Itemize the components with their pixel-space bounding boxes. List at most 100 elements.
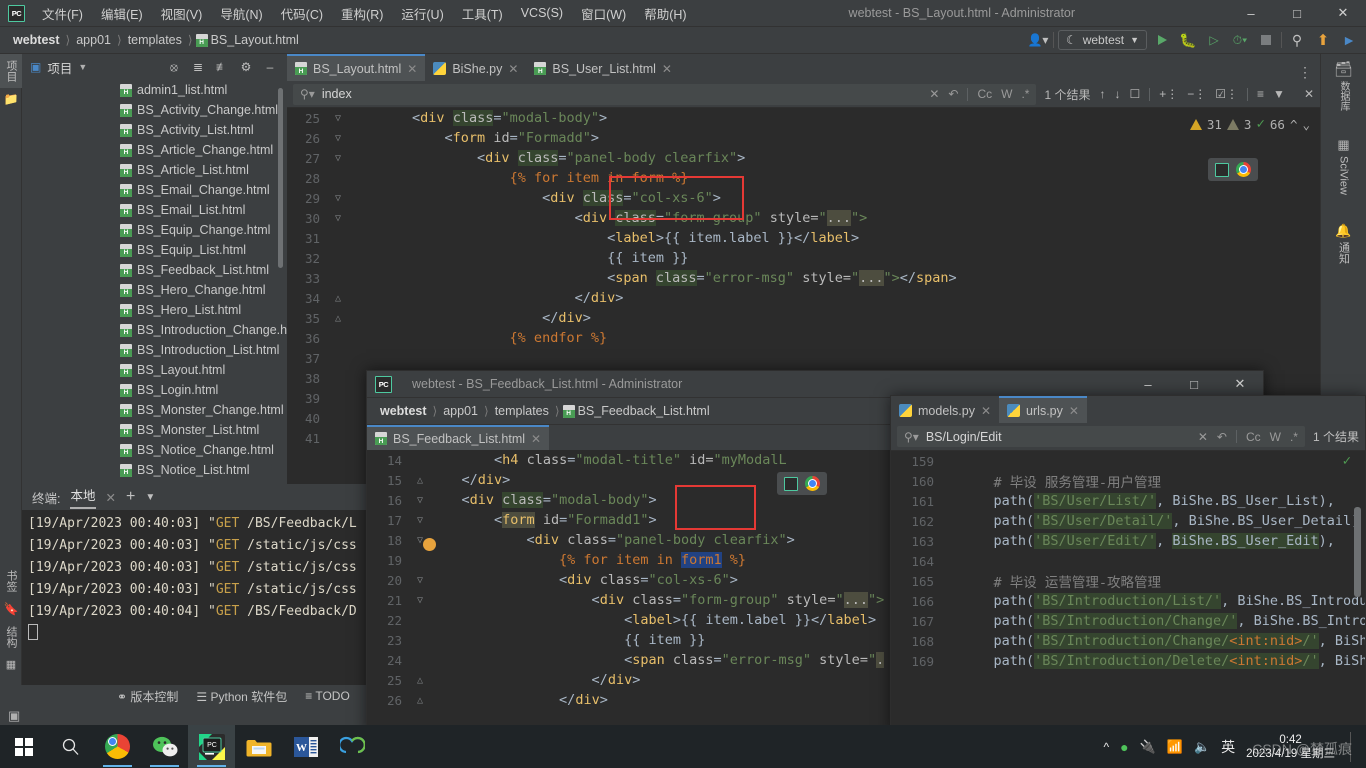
regex-toggle[interactable]: .*: [1290, 430, 1298, 444]
find-input-wrap-3[interactable]: ⚲▾ BS/Login/Edit ✕ ↶ Cc W .*: [897, 426, 1305, 447]
close-terminal-tab-icon[interactable]: ✕: [106, 490, 116, 505]
browser-preview-toolbar-2[interactable]: [777, 472, 827, 495]
tree-file-item[interactable]: BS_Notice_Change.html: [22, 440, 287, 460]
expand-all-icon[interactable]: ≣: [187, 56, 209, 78]
close-button[interactable]: ✕: [1217, 371, 1263, 398]
code-line[interactable]: 168 path('BS/Introduction/Change/<int:ni…: [891, 631, 1365, 651]
tab-options-icon[interactable]: ⋮: [1290, 64, 1320, 81]
tree-scrollbar[interactable]: [278, 88, 283, 268]
code-line[interactable]: 163 path('BS/User/Edit/', BiShe.BS_User_…: [891, 531, 1365, 551]
start-button[interactable]: [0, 725, 47, 768]
fold-gutter-icon[interactable]: △: [411, 695, 429, 706]
words-toggle[interactable]: W: [1001, 87, 1012, 101]
pycharm-preview-icon[interactable]: [1215, 162, 1229, 177]
breadcrumb-project[interactable]: webtest: [10, 33, 63, 47]
breadcrumb-app01[interactable]: app01: [440, 404, 481, 418]
menu-item-help[interactable]: 帮助(H): [635, 0, 695, 27]
close-find-icon[interactable]: ✕: [1304, 87, 1314, 101]
menu-item-file[interactable]: 文件(F): [33, 0, 92, 27]
code-line[interactable]: 28 {% for item in form %}: [287, 168, 1320, 188]
debug-button[interactable]: 🐛: [1177, 29, 1199, 51]
run-button[interactable]: [1151, 29, 1173, 51]
notifications-tool-button[interactable]: 🔔 通知: [1321, 217, 1366, 270]
add-line-icon[interactable]: +⋮: [1159, 87, 1178, 101]
editor-tab-models-py[interactable]: models.py ✕: [891, 396, 999, 423]
menu-item-edit[interactable]: 编辑(E): [92, 0, 152, 27]
new-terminal-icon[interactable]: +: [126, 488, 135, 506]
tree-file-item[interactable]: BS_Login.html: [22, 380, 287, 400]
find-input[interactable]: index: [322, 87, 352, 101]
tree-file-item[interactable]: BS_Activity_Change.html: [22, 100, 287, 120]
find-input-wrap[interactable]: ⚲▾ index ✕ ↶ Cc W .*: [293, 83, 1037, 105]
close-button[interactable]: ✕: [1320, 0, 1366, 27]
breadcrumb-project[interactable]: webtest: [377, 404, 430, 418]
code-line[interactable]: 31 < label >{{ item.label }} </label >: [287, 228, 1320, 248]
match-case-toggle[interactable]: Cc: [1246, 430, 1261, 444]
regex-toggle[interactable]: .*: [1021, 87, 1029, 101]
menu-item-run[interactable]: 运行(U): [392, 0, 452, 27]
prev-problem-icon[interactable]: ^: [1290, 117, 1298, 132]
tree-file-item[interactable]: BS_Equip_List.html: [22, 240, 287, 260]
code-line[interactable]: 33 < span class = "error-msg" style= "... "> <…: [287, 268, 1320, 288]
fold-gutter-icon[interactable]: ▽: [411, 495, 429, 506]
browser-preview-toolbar-1[interactable]: [1208, 158, 1258, 181]
find-input-3[interactable]: BS/Login/Edit: [926, 430, 1002, 444]
database-tool-button[interactable]: 🗃 数据库: [1321, 54, 1366, 117]
tree-file-item[interactable]: BS_Activity_List.html: [22, 120, 287, 140]
editor-tab-bs-layout[interactable]: BS_Layout.html ✕: [287, 54, 426, 81]
match-case-toggle[interactable]: Cc: [977, 87, 992, 101]
menu-item-tools[interactable]: 工具(T): [453, 0, 512, 27]
wechat-tray-icon[interactable]: ●: [1120, 739, 1128, 755]
lightbulb-icon[interactable]: [423, 538, 436, 551]
tree-file-item[interactable]: BS_Email_List.html: [22, 200, 287, 220]
inspection-widget-1[interactable]: 31 3 ✓ 66 ^ ⌄: [1189, 116, 1310, 132]
tree-file-item[interactable]: BS_Layout.html: [22, 360, 287, 380]
filter-indent-icon[interactable]: ≡: [1257, 87, 1264, 101]
breadcrumb-templates[interactable]: templates: [492, 404, 552, 418]
close-icon[interactable]: ✕: [531, 432, 541, 446]
minimize-button[interactable]: –: [1228, 0, 1274, 27]
fold-gutter-icon[interactable]: ▽: [329, 113, 347, 124]
fold-gutter-icon[interactable]: ▽: [329, 133, 347, 144]
code-line[interactable]: 26 ▽ < form id = "Formadd" >: [287, 128, 1320, 148]
tree-file-item[interactable]: BS_Introduction_List.html: [22, 340, 287, 360]
find-history-icon[interactable]: ↶: [948, 87, 958, 101]
find-history-icon[interactable]: ↶: [1217, 430, 1227, 444]
fold-gutter-icon[interactable]: ▽: [411, 595, 429, 606]
editor-tab-bs-user-list[interactable]: BS_User_List.html ✕: [526, 54, 680, 81]
code-line[interactable]: 34 △ </div >: [287, 288, 1320, 308]
fold-gutter-icon[interactable]: △: [411, 475, 429, 486]
menu-item-refactor[interactable]: 重构(R): [332, 0, 392, 27]
select-all-occurrences-icon[interactable]: ☐: [1129, 87, 1140, 101]
structure-folder-icon[interactable]: 📁: [0, 88, 22, 110]
clear-find-icon[interactable]: ✕: [1198, 430, 1208, 444]
scroll-from-source-icon[interactable]: ⦻: [163, 56, 185, 78]
taskbar-pycharm[interactable]: PC: [188, 725, 235, 768]
code-line[interactable]: 36 {% endfor %}: [287, 328, 1320, 348]
structure-tool-label[interactable]: 结构: [3, 626, 19, 648]
code-line[interactable]: 27 ▽ < div class = "panel-body clearfix" >: [287, 148, 1320, 168]
fold-gutter-icon[interactable]: ▽: [411, 575, 429, 586]
code-editor-3[interactable]: 159 160 # 毕设 服务管理-用户管理 161 path('BS/User/L…: [891, 451, 1365, 732]
menu-item-window[interactable]: 窗口(W): [572, 0, 635, 27]
editor-scrollbar-3[interactable]: [1354, 507, 1361, 597]
words-toggle[interactable]: W: [1270, 430, 1281, 444]
menu-item-vcs[interactable]: VCS(S): [512, 2, 572, 24]
terminal-tab-local[interactable]: 本地: [70, 485, 96, 509]
close-icon[interactable]: ✕: [508, 62, 518, 76]
close-icon[interactable]: ✕: [662, 62, 672, 76]
profile-button[interactable]: ⏱▾: [1229, 29, 1251, 51]
tree-file-item[interactable]: admin1_list.html: [22, 80, 287, 100]
usb-icon[interactable]: 🔌: [1140, 739, 1156, 755]
tree-file-item[interactable]: BS_Introduction_Change.html: [22, 320, 287, 340]
ide-feature-icon[interactable]: ►: [1338, 29, 1360, 51]
next-problem-icon[interactable]: ⌄: [1302, 117, 1310, 132]
fold-gutter-icon[interactable]: △: [411, 675, 429, 686]
volume-icon[interactable]: 🔈: [1194, 739, 1210, 755]
tree-file-item[interactable]: BS_Monster_List.html: [22, 420, 287, 440]
fold-gutter-icon[interactable]: ▽: [329, 153, 347, 164]
sciview-tool-button[interactable]: ▦ SciView: [1321, 131, 1366, 201]
minimize-button[interactable]: –: [1125, 371, 1171, 398]
tree-file-item[interactable]: BS_Hero_Change.html: [22, 280, 287, 300]
code-line[interactable]: 159: [891, 451, 1365, 471]
